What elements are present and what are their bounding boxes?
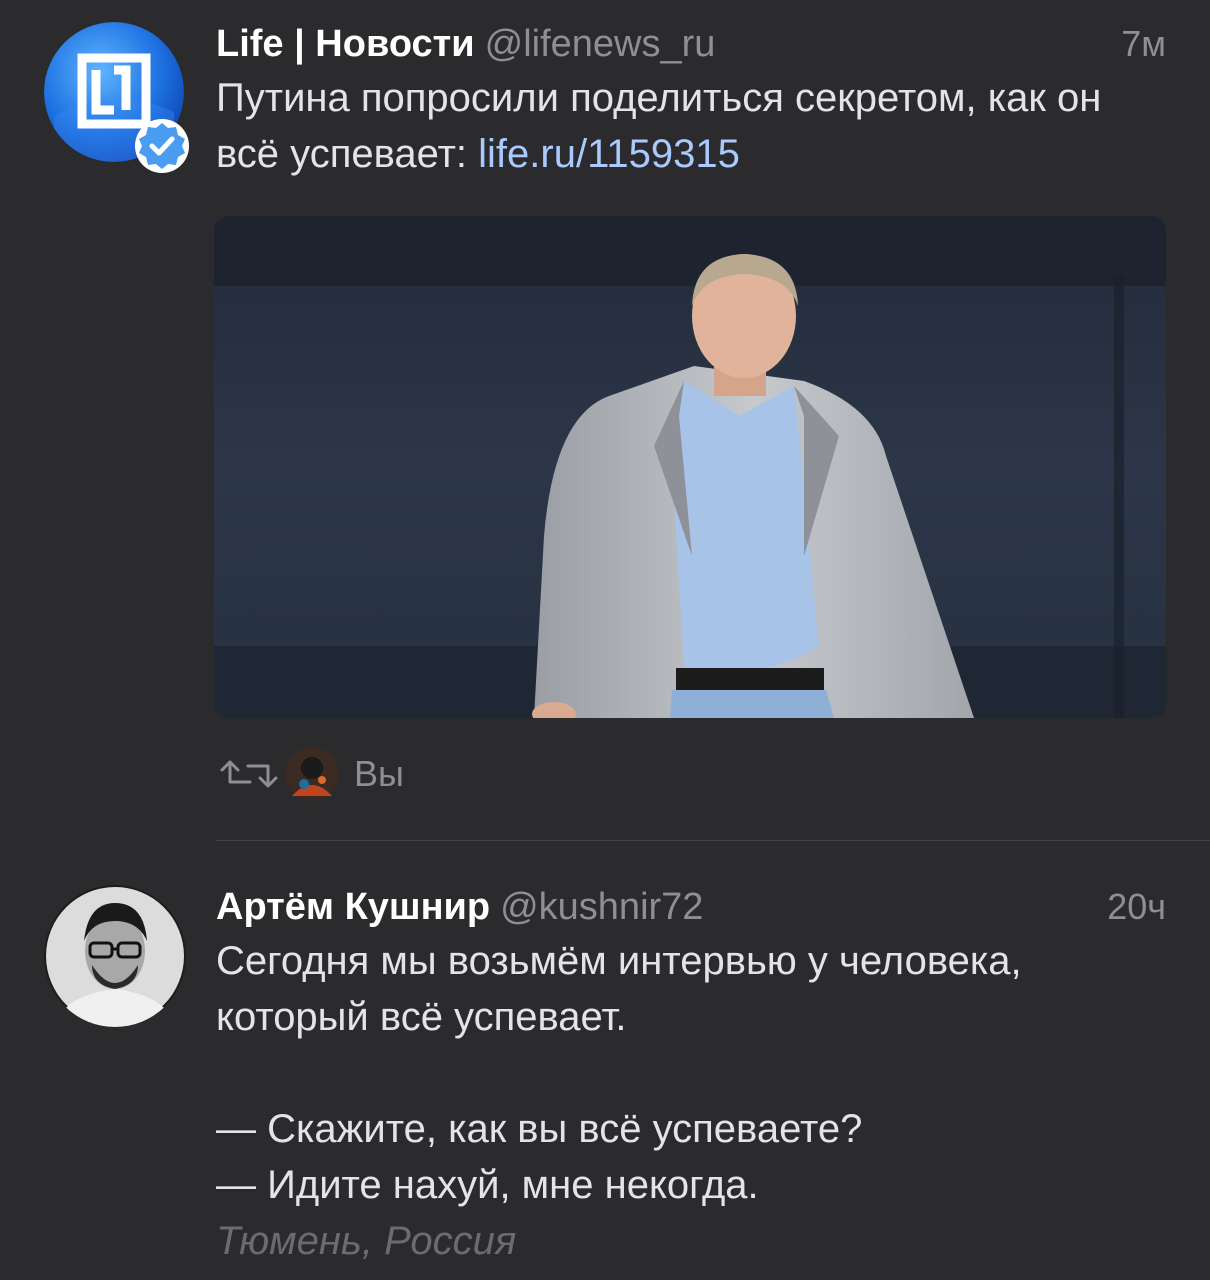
author-handle[interactable]: @lifenews_ru [485, 23, 716, 65]
author-handle[interactable]: @kushnir72 [500, 886, 703, 928]
tweet-media-photo[interactable] [214, 216, 1166, 718]
tweet-text: Путина попросили поделиться секретом, ка… [216, 70, 1166, 182]
tweet-location[interactable]: Тюмень, Россия [216, 1213, 1166, 1269]
tweet-header: Артём Кушнир @kushnir72 20ч [216, 881, 1166, 933]
avatar[interactable] [44, 885, 186, 1027]
retweet-icon [220, 760, 278, 788]
author-name[interactable]: Life | Новости [216, 23, 475, 65]
tweet-item[interactable]: Life | Новости @lifenews_ru 7м Путина поп… [0, 0, 1210, 840]
photo-image [214, 216, 1166, 718]
timestamp: 20ч [1107, 886, 1166, 927]
tweet-item[interactable]: Артём Кушнир @kushnir72 20ч Сегодня мы во… [0, 841, 1210, 1280]
timestamp: 7м [1121, 23, 1166, 64]
author-name[interactable]: Артём Кушнир [216, 886, 490, 928]
tweet-header: Life | Новости @lifenews_ru 7м [216, 18, 1166, 70]
retweeted-by-row[interactable]: Вы [216, 744, 404, 804]
tweet-link[interactable]: life.ru/1159315 [478, 132, 740, 176]
verified-badge-icon [135, 119, 189, 173]
user-photo-image [44, 885, 186, 1027]
tweet-text: Сегодня мы возьмём интервью у человека, … [216, 939, 1022, 1207]
retweeted-by-label: Вы [354, 753, 404, 794]
retweeter-avatar [285, 747, 339, 801]
